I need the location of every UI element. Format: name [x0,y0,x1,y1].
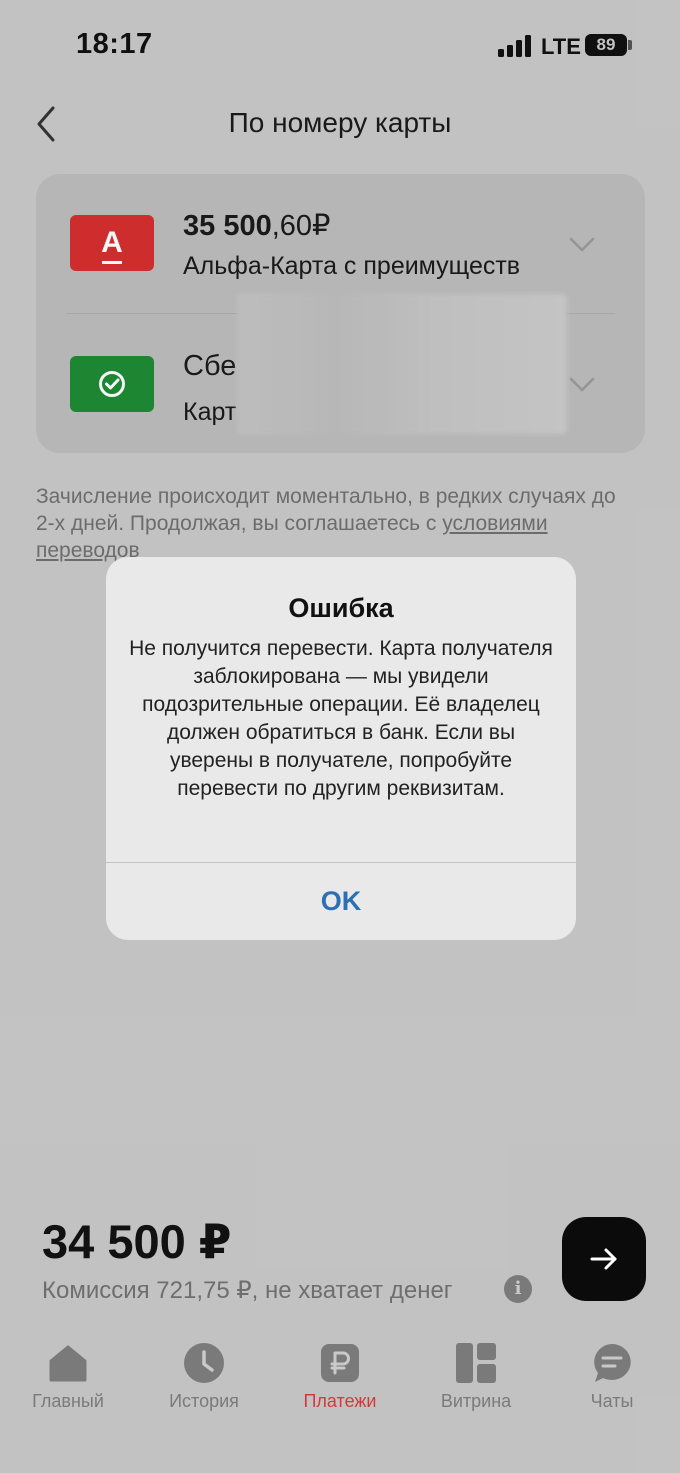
tab-label: Платежи [303,1391,377,1411]
tab-label: Чаты [590,1391,634,1411]
arrow-right-icon [590,1248,617,1270]
continue-button[interactable] [562,1217,646,1301]
tab-showcase[interactable]: Витрина [408,1330,544,1430]
transfer-amount[interactable]: 34 500 ₽ [42,1214,232,1270]
dialog-title: Ошибка [288,593,394,623]
tab-main[interactable]: Главный [0,1330,136,1430]
tab-label: Витрина [440,1391,512,1411]
tab-label: Главный [32,1391,104,1411]
tab-label: История [169,1391,239,1411]
tab-payments[interactable]: Платежи [272,1330,408,1430]
home-icon [49,1345,87,1382]
ruble-icon [321,1344,359,1382]
ok-button[interactable]: OK [106,863,576,940]
grid-icon [456,1343,496,1383]
error-dialog: Ошибка Не получится перевести. Карта пол… [106,557,576,940]
chat-icon [594,1344,631,1382]
tab-bar: Главный История Платежи Витрина Чаты [0,1330,680,1473]
dialog-message: Не получится перевести. Карта получателя… [129,637,553,800]
tab-chats[interactable]: Чаты [544,1330,680,1430]
tab-history[interactable]: История [136,1330,272,1430]
info-icon[interactable]: i [504,1275,532,1303]
commission-text: Комиссия 721,75 ₽, не хватает денег [42,1277,453,1304]
clock-icon [184,1343,224,1383]
